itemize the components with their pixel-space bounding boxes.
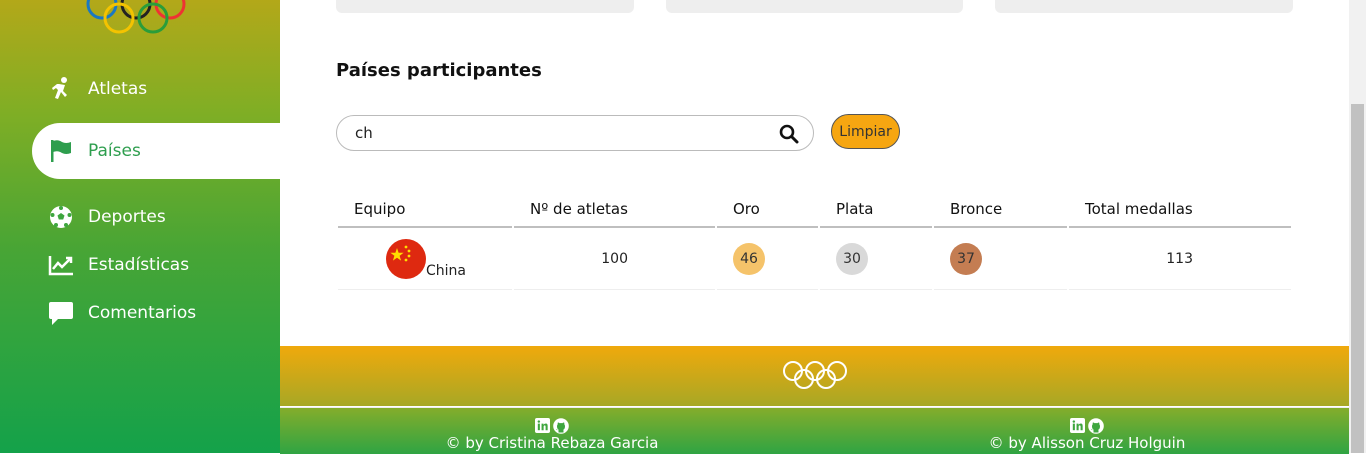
column-header-total[interactable]: Total medallas	[1069, 192, 1291, 228]
sidebar-item-label: Estadísticas	[88, 255, 190, 275]
linkedin-icon[interactable]	[535, 418, 550, 433]
column-header-team[interactable]: Equipo	[338, 192, 512, 228]
running-person-icon	[48, 76, 74, 102]
gold-cell: 46	[717, 229, 818, 290]
sidebar-item-paises[interactable]: Países	[32, 123, 280, 179]
scrollbar-thumb[interactable]	[1351, 104, 1364, 453]
bronze-medal-badge: 37	[950, 243, 982, 275]
team-cell: China	[338, 229, 512, 290]
china-flag-icon	[386, 239, 426, 279]
credit-text: © by Cristina Rebaza Garcia	[445, 434, 659, 452]
column-header-bronze[interactable]: Bronce	[934, 192, 1067, 228]
page-title: Países participantes	[336, 60, 542, 81]
total-cell: 113	[1069, 229, 1291, 290]
column-header-silver[interactable]: Plata	[820, 192, 932, 228]
sidebar: Atletas Países Deportes Estadísticas Com…	[0, 0, 280, 453]
athletes-cell: 100	[514, 229, 715, 290]
gold-medal-badge: 46	[733, 243, 765, 275]
soccer-ball-icon	[48, 204, 74, 230]
silver-cell: 30	[820, 229, 932, 290]
footer: © by Cristina Rebaza Garcia © by Alisson…	[280, 407, 1349, 454]
github-icon[interactable]	[553, 418, 569, 434]
sidebar-item-label: Comentarios	[88, 303, 197, 323]
flag-icon	[48, 138, 74, 164]
column-header-athletes[interactable]: Nº de atletas	[514, 192, 715, 228]
credit-cristina: © by Cristina Rebaza Garcia	[402, 408, 702, 452]
search-box	[336, 115, 814, 151]
column-header-gold[interactable]: Oro	[717, 192, 818, 228]
clear-button[interactable]: Limpiar	[831, 114, 900, 149]
credit-alisson: © by Alisson Cruz Holguin	[937, 408, 1237, 452]
olympic-rings-logo	[86, 0, 186, 34]
olympic-rings-logo	[783, 361, 847, 389]
search-input[interactable]	[353, 123, 767, 143]
search-icon[interactable]	[779, 124, 799, 144]
sidebar-item-atletas[interactable]: Atletas	[32, 61, 280, 117]
credit-text: © by Alisson Cruz Holguin	[988, 434, 1186, 452]
scrollbar[interactable]	[1349, 0, 1366, 453]
summary-card	[666, 0, 963, 13]
sidebar-item-label: Países	[88, 141, 141, 161]
footer-banner	[280, 346, 1349, 406]
line-chart-icon	[48, 252, 74, 278]
silver-medal-badge: 30	[836, 243, 868, 275]
team-name: China	[426, 263, 466, 279]
github-icon[interactable]	[1088, 418, 1104, 434]
sidebar-item-label: Deportes	[88, 207, 166, 227]
bronze-cell: 37	[934, 229, 1067, 290]
summary-card	[995, 0, 1293, 13]
summary-card	[336, 0, 634, 13]
linkedin-icon[interactable]	[1070, 418, 1085, 433]
sidebar-item-label: Atletas	[88, 79, 148, 99]
sidebar-item-comentarios[interactable]: Comentarios	[32, 285, 280, 341]
comment-icon	[48, 300, 74, 326]
